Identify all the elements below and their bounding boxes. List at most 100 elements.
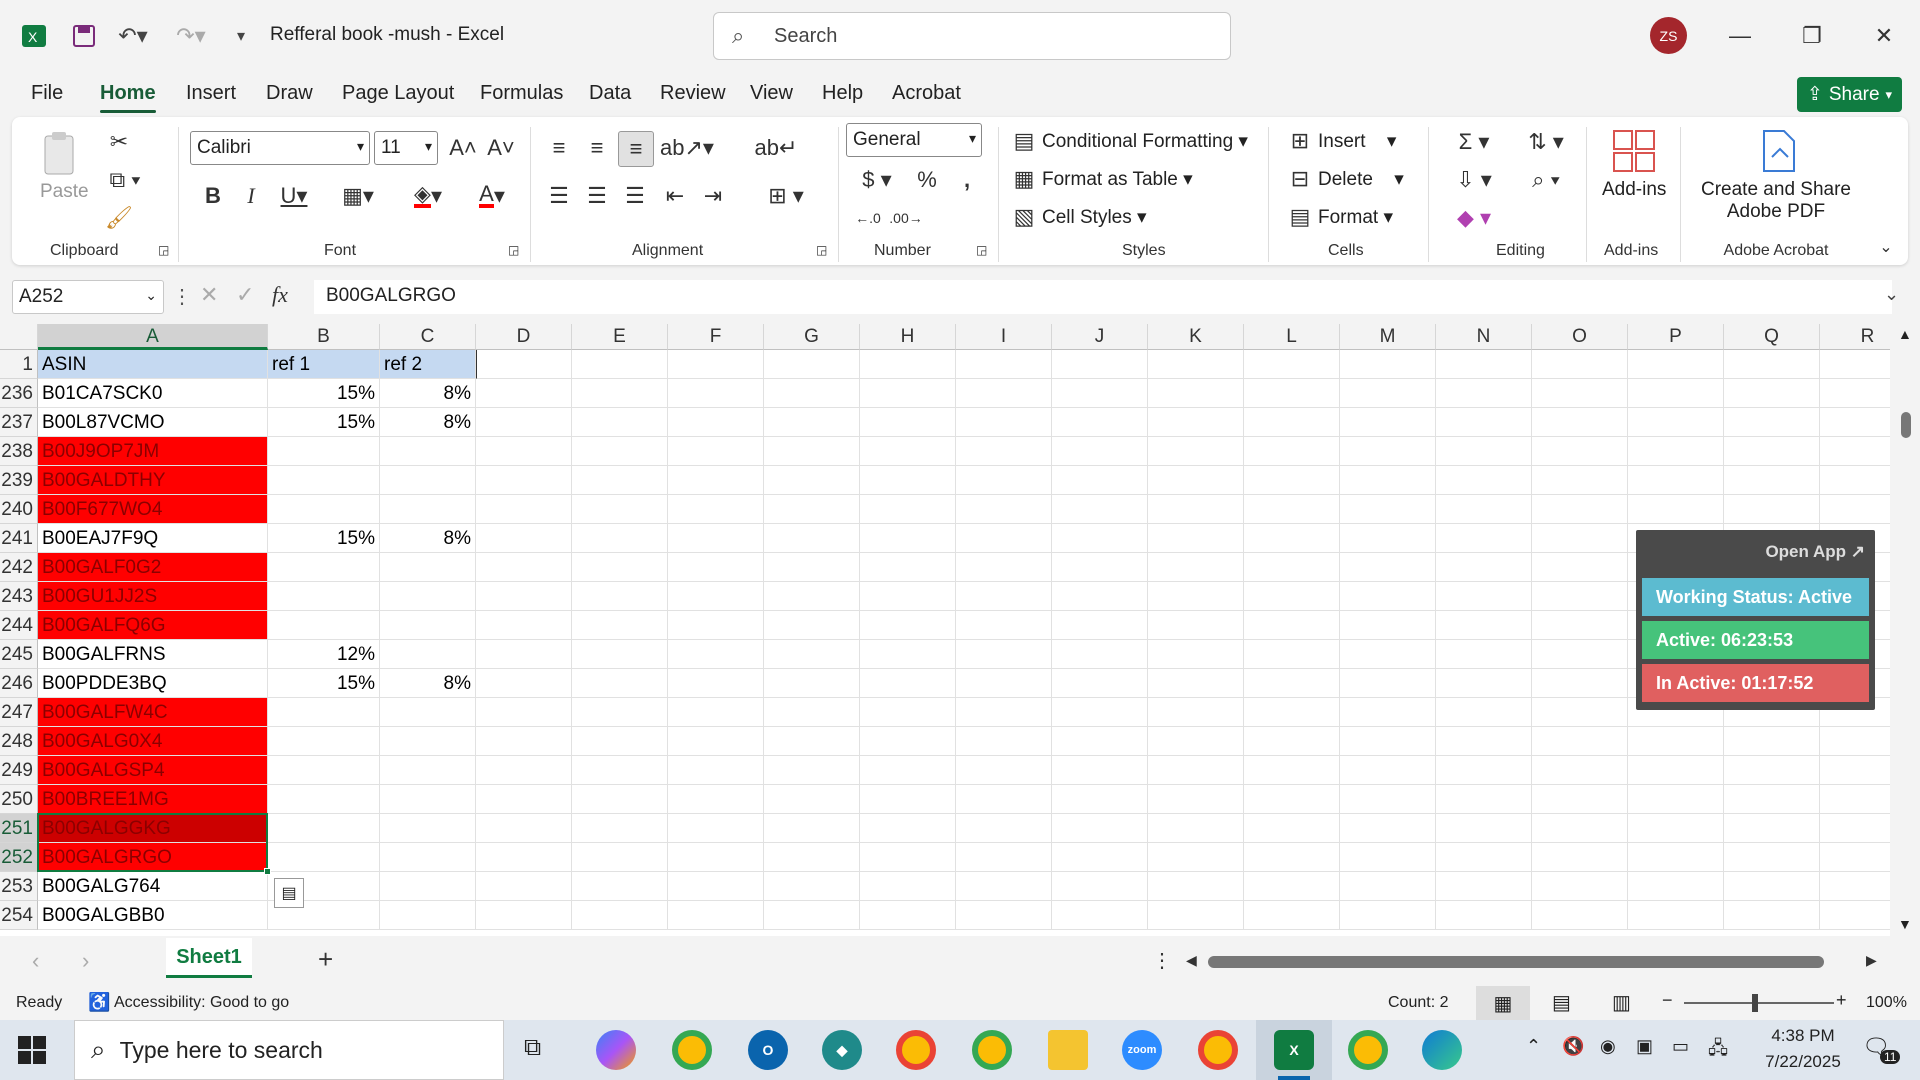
empty-cell[interactable] [1724, 785, 1820, 814]
empty-cell[interactable] [1052, 437, 1148, 466]
cell-a253[interactable]: B00GALG764 [38, 872, 268, 901]
empty-cell[interactable] [1532, 408, 1628, 437]
orientation-icon[interactable]: ab↗▾ [660, 131, 714, 165]
empty-cell[interactable] [860, 408, 956, 437]
mute-icon[interactable]: 🔇 [1562, 1036, 1584, 1057]
paste-label[interactable]: Paste [40, 181, 89, 203]
empty-cell[interactable] [1340, 727, 1436, 756]
empty-cell[interactable] [860, 553, 956, 582]
empty-cell[interactable] [1148, 524, 1244, 553]
empty-cell[interactable] [956, 379, 1052, 408]
screen-icon[interactable]: ▣ [1636, 1036, 1653, 1057]
empty-cell[interactable] [1244, 350, 1340, 379]
empty-cell[interactable] [668, 814, 764, 843]
column-header-l[interactable]: L [1244, 324, 1340, 350]
page-layout-view-icon[interactable]: ▤ [1552, 990, 1571, 1015]
prev-sheet-icon[interactable]: ‹ [32, 948, 39, 974]
empty-cell[interactable] [1244, 495, 1340, 524]
empty-cell[interactable] [860, 698, 956, 727]
empty-cell[interactable] [476, 785, 572, 814]
column-header-a[interactable]: A [38, 324, 268, 350]
row-header[interactable]: 251 [0, 814, 38, 843]
empty-cell[interactable] [956, 437, 1052, 466]
empty-cell[interactable] [668, 408, 764, 437]
empty-cell[interactable] [956, 495, 1052, 524]
empty-cell[interactable] [572, 582, 668, 611]
currency-icon[interactable]: $ ▾ [852, 165, 902, 195]
empty-cell[interactable] [476, 553, 572, 582]
row-header[interactable]: 253 [0, 872, 38, 901]
empty-cell[interactable] [572, 872, 668, 901]
cell-a238[interactable]: B00J9OP7JM [38, 437, 268, 466]
empty-cell[interactable] [1340, 785, 1436, 814]
collapse-ribbon-icon[interactable]: ⌄ [1874, 235, 1898, 259]
cell-a240[interactable]: B00F677WO4 [38, 495, 268, 524]
empty-cell[interactable] [1052, 611, 1148, 640]
empty-cell[interactable] [764, 756, 860, 785]
excel-taskbar-active[interactable]: X [1256, 1020, 1332, 1080]
empty-cell[interactable] [1052, 756, 1148, 785]
empty-cell[interactable] [1532, 379, 1628, 408]
empty-cell[interactable] [1436, 872, 1532, 901]
cell-styles-button[interactable]: Cell Styles ▾ [1042, 206, 1147, 229]
underline-icon[interactable]: U▾ [274, 181, 314, 211]
cell-b240[interactable] [268, 495, 380, 524]
empty-cell[interactable] [764, 350, 860, 379]
empty-cell[interactable] [1820, 814, 1890, 843]
format-cells-icon[interactable]: ▤ [1286, 203, 1314, 231]
empty-cell[interactable] [1820, 843, 1890, 872]
cut-icon[interactable]: ✂ [104, 127, 134, 157]
close-button[interactable]: ✕ [1862, 14, 1906, 58]
number-format-select[interactable]: General ▾ [846, 123, 982, 157]
decrease-font-icon[interactable]: A˅ [484, 131, 518, 165]
empty-cell[interactable] [1340, 582, 1436, 611]
empty-cell[interactable] [1820, 408, 1890, 437]
empty-cell[interactable] [764, 379, 860, 408]
column-header-k[interactable]: K [1148, 324, 1244, 350]
empty-cell[interactable] [860, 466, 956, 495]
empty-cell[interactable] [1724, 437, 1820, 466]
font-color-icon[interactable]: A ▾ [464, 181, 520, 211]
empty-cell[interactable] [1532, 785, 1628, 814]
empty-cell[interactable] [1628, 408, 1724, 437]
empty-cell[interactable] [1820, 495, 1890, 524]
cell-b237[interactable]: 15% [268, 408, 380, 437]
empty-cell[interactable] [1244, 408, 1340, 437]
empty-cell[interactable] [668, 640, 764, 669]
chrome-profile-icon[interactable] [972, 1030, 1012, 1070]
empty-cell[interactable] [764, 901, 860, 930]
column-header-h[interactable]: H [860, 324, 956, 350]
empty-cell[interactable] [572, 437, 668, 466]
empty-cell[interactable] [1244, 727, 1340, 756]
search-input[interactable]: ⌕ Search [713, 12, 1231, 60]
taskbar-search-input[interactable]: ⌕ Type here to search [74, 1020, 504, 1080]
conditional-formatting-button[interactable]: Conditional Formatting ▾ [1042, 130, 1248, 153]
empty-cell[interactable] [860, 756, 956, 785]
increase-indent-icon[interactable]: ⇥ [696, 181, 730, 211]
empty-cell[interactable] [1244, 843, 1340, 872]
expand-formula-icon[interactable]: ⌄ [1884, 284, 1899, 305]
empty-cell[interactable] [1340, 669, 1436, 698]
create-share-pdf-line1[interactable]: Create and Share [1696, 179, 1856, 201]
cell-c237[interactable]: 8% [380, 408, 476, 437]
show-hidden-icons-icon[interactable]: ⌃ [1526, 1036, 1541, 1057]
empty-cell[interactable] [1628, 379, 1724, 408]
empty-cell[interactable] [572, 553, 668, 582]
empty-cell[interactable] [956, 756, 1052, 785]
undo-icon[interactable]: ↶▾ [110, 18, 156, 54]
chrome-icon[interactable] [1198, 1030, 1238, 1070]
select-all-corner[interactable] [0, 324, 38, 350]
dialog-launcher-icon[interactable]: ◲ [816, 243, 827, 257]
empty-cell[interactable] [860, 524, 956, 553]
empty-cell[interactable] [572, 466, 668, 495]
cell-a251[interactable]: B00GALGGKG [38, 814, 268, 843]
empty-cell[interactable] [860, 582, 956, 611]
empty-cell[interactable] [1820, 901, 1890, 930]
sort-filter-icon[interactable]: ⇅ ▾ [1516, 127, 1576, 157]
empty-cell[interactable] [764, 814, 860, 843]
empty-cell[interactable] [1724, 727, 1820, 756]
empty-cell[interactable] [1244, 901, 1340, 930]
empty-cell[interactable] [572, 524, 668, 553]
empty-cell[interactable] [1820, 785, 1890, 814]
empty-cell[interactable] [764, 495, 860, 524]
